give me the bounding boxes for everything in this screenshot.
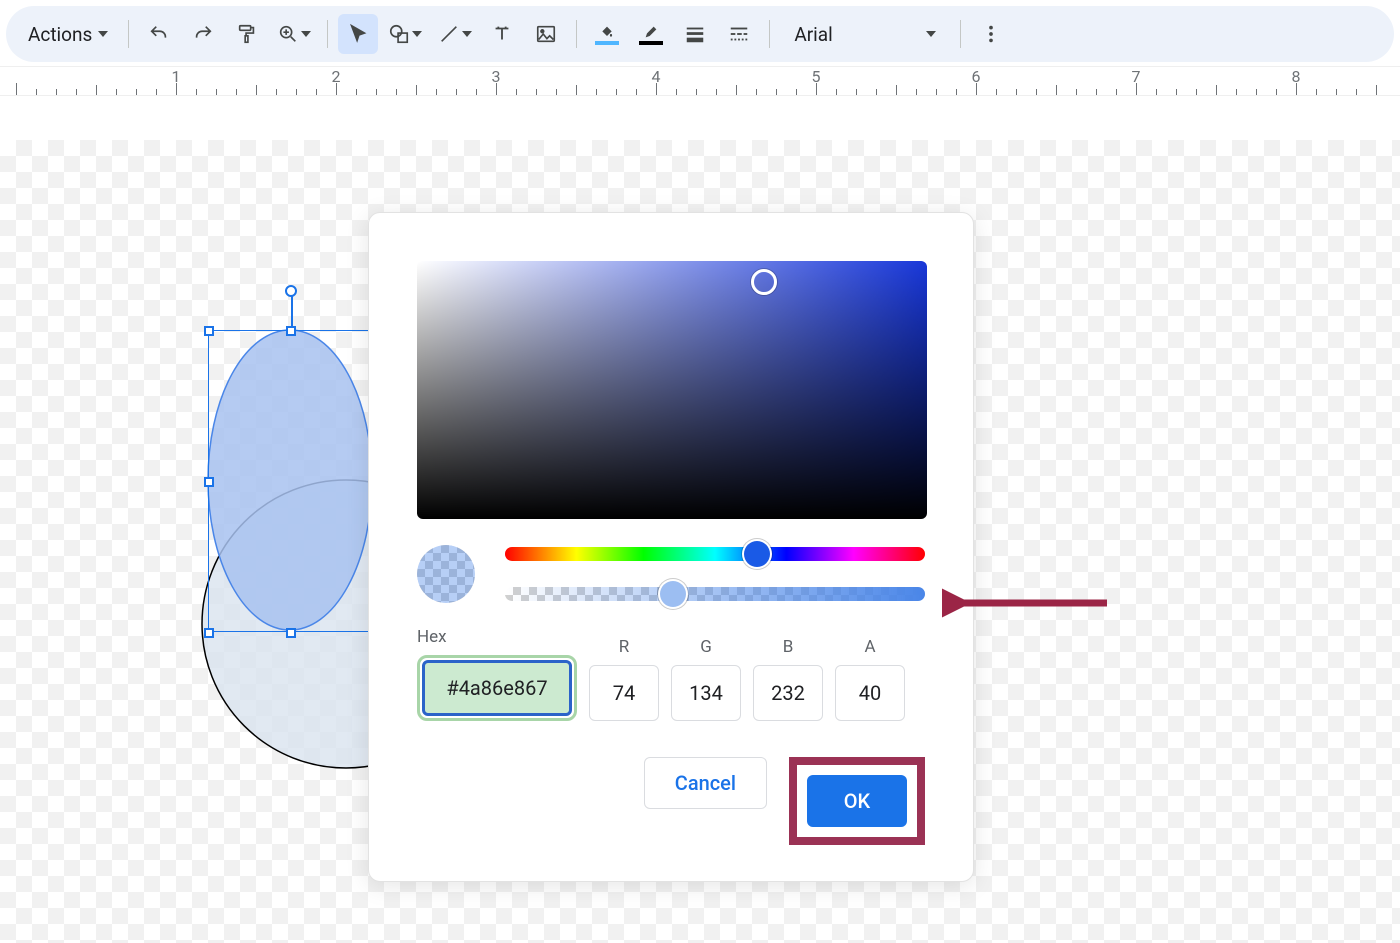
redo-icon bbox=[192, 23, 214, 45]
g-input[interactable] bbox=[671, 665, 741, 721]
color-preview-swatch bbox=[417, 545, 475, 603]
ruler-number: 7 bbox=[1132, 67, 1141, 86]
a-input[interactable] bbox=[835, 665, 905, 721]
chevron-down-icon bbox=[926, 31, 936, 37]
actions-label: Actions bbox=[28, 23, 92, 46]
toolbar: Actions bbox=[6, 6, 1394, 62]
ruler-number: 5 bbox=[812, 67, 821, 86]
shapes-icon bbox=[388, 23, 410, 45]
r-input[interactable] bbox=[589, 665, 659, 721]
canvas[interactable]: Hex R G B A Cancel bbox=[0, 140, 1400, 943]
resize-handle-sw[interactable] bbox=[204, 628, 214, 638]
b-input[interactable] bbox=[753, 665, 823, 721]
undo-button[interactable] bbox=[139, 14, 179, 54]
paint-roller-icon bbox=[236, 23, 258, 45]
shape-tool-dropdown[interactable] bbox=[382, 14, 428, 54]
redo-button[interactable] bbox=[183, 14, 223, 54]
select-tool[interactable] bbox=[338, 14, 378, 54]
ok-button-highlight: OK bbox=[789, 757, 925, 845]
separator bbox=[769, 20, 770, 48]
pencil-icon bbox=[641, 24, 661, 40]
separator bbox=[960, 20, 961, 48]
alpha-thumb[interactable] bbox=[660, 581, 686, 607]
insert-image-button[interactable] bbox=[526, 14, 566, 54]
hex-input-highlight bbox=[417, 655, 577, 721]
paint-format-button[interactable] bbox=[227, 14, 267, 54]
fill-bucket-icon bbox=[597, 24, 617, 40]
border-color-button[interactable] bbox=[631, 14, 671, 54]
separator bbox=[327, 20, 328, 48]
undo-icon bbox=[148, 23, 170, 45]
ruler-number: 2 bbox=[332, 67, 341, 86]
hex-input[interactable] bbox=[422, 660, 572, 716]
chevron-down-icon bbox=[98, 31, 108, 37]
horizontal-ruler: 1 2 3 4 5 6 7 8 bbox=[0, 66, 1400, 96]
g-label: G bbox=[700, 637, 712, 657]
ruler-number: 6 bbox=[972, 67, 981, 86]
r-label: R bbox=[619, 637, 629, 657]
ruler-number: 1 bbox=[172, 67, 181, 86]
cancel-button[interactable]: Cancel bbox=[644, 757, 767, 809]
resize-handle-w[interactable] bbox=[204, 477, 214, 487]
hue-slider[interactable] bbox=[505, 547, 925, 561]
line-icon bbox=[438, 23, 460, 45]
text-box-tool[interactable] bbox=[482, 14, 522, 54]
font-family-dropdown[interactable]: Arial bbox=[780, 14, 950, 54]
border-dash-button[interactable] bbox=[719, 14, 759, 54]
separator bbox=[128, 20, 129, 48]
ruler-number: 3 bbox=[492, 67, 501, 86]
b-label: B bbox=[783, 637, 794, 657]
ok-button[interactable]: OK bbox=[807, 775, 907, 827]
resize-handle-s[interactable] bbox=[286, 628, 296, 638]
actions-menu[interactable]: Actions bbox=[18, 14, 118, 54]
resize-handle-n[interactable] bbox=[286, 326, 296, 336]
resize-handle-nw[interactable] bbox=[204, 326, 214, 336]
cursor-icon bbox=[347, 23, 369, 45]
border-weight-button[interactable] bbox=[675, 14, 715, 54]
more-vertical-icon bbox=[980, 23, 1002, 45]
annotation-arrow-icon bbox=[942, 588, 1112, 618]
font-name: Arial bbox=[794, 23, 832, 46]
ruler-number: 4 bbox=[652, 67, 661, 86]
a-label: A bbox=[864, 637, 875, 657]
more-tools-button[interactable] bbox=[971, 14, 1011, 54]
line-weight-icon bbox=[684, 23, 706, 45]
rotation-handle[interactable] bbox=[285, 285, 297, 297]
zoom-dropdown[interactable] bbox=[271, 14, 317, 54]
chevron-down-icon bbox=[462, 31, 472, 37]
custom-color-dialog: Hex R G B A Cancel bbox=[368, 212, 974, 882]
textbox-icon bbox=[491, 23, 513, 45]
image-icon bbox=[535, 23, 557, 45]
ruler-number: 8 bbox=[1292, 67, 1301, 86]
chevron-down-icon bbox=[412, 31, 422, 37]
zoom-icon bbox=[277, 23, 299, 45]
hex-label: Hex bbox=[417, 627, 447, 647]
line-dash-icon bbox=[728, 23, 750, 45]
fill-color-button[interactable] bbox=[587, 14, 627, 54]
saturation-value-field[interactable] bbox=[417, 261, 927, 519]
fill-color-swatch bbox=[595, 41, 619, 45]
border-color-swatch bbox=[639, 41, 663, 45]
alpha-slider[interactable] bbox=[505, 587, 925, 601]
hue-thumb[interactable] bbox=[744, 541, 770, 567]
chevron-down-icon bbox=[301, 31, 311, 37]
selection-bounding-box bbox=[208, 330, 372, 632]
sv-cursor[interactable] bbox=[751, 269, 777, 295]
line-tool-dropdown[interactable] bbox=[432, 14, 478, 54]
rotation-connector bbox=[291, 291, 293, 331]
separator bbox=[576, 20, 577, 48]
